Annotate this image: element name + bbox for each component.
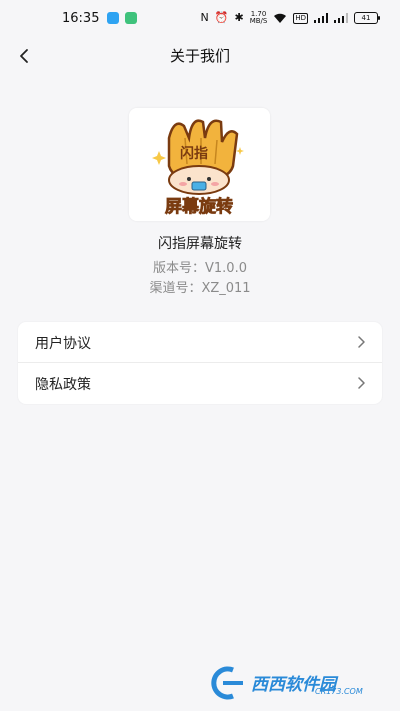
settings-menu: 用户协议 隐私政策 [18, 322, 382, 404]
menu-item-user-agreement[interactable]: 用户协议 [18, 322, 382, 362]
menu-item-label: 用户协议 [35, 336, 91, 352]
app-version: 版本号：V1.0.0 [153, 261, 247, 276]
signal-icon-1 [314, 13, 328, 23]
chevron-right-icon [358, 336, 365, 348]
status-bar: 16:35 Ν ⏰ ✱ 1.70 MB/S HD 41 [0, 0, 400, 38]
app-logo-image: 闪指 屏幕旋转 [129, 108, 270, 221]
app-logo: 闪指 屏幕旋转 [129, 108, 270, 221]
bluetooth-icon: ✱ [234, 11, 244, 24]
watermark-site: CR173.COM [315, 687, 363, 696]
message-icon [125, 12, 137, 24]
nfc-icon: Ν [200, 11, 209, 24]
menu-item-label: 隐私政策 [35, 377, 91, 393]
status-app-icons [107, 12, 137, 24]
qq-icon [107, 12, 119, 24]
logo-text-top: 闪指 [180, 145, 208, 162]
network-speed-unit: MB/S [249, 17, 268, 25]
page-title: 关于我们 [169, 47, 230, 65]
status-indicators: Ν ⏰ ✱ 1.70 MB/S HD 41 [200, 11, 380, 25]
app-name: 闪指屏幕旋转 [158, 236, 242, 252]
battery-indicator: 41 [354, 12, 380, 24]
logo-text-bottom: 屏幕旋转 [165, 196, 233, 217]
hd-badge: HD [293, 12, 308, 24]
chevron-right-icon [358, 377, 365, 389]
network-speed: 1.70 MB/S [250, 11, 268, 25]
header: 关于我们 [0, 38, 400, 74]
watermark-logo-icon [211, 666, 243, 700]
status-time: 16:35 [62, 11, 100, 26]
wifi-icon [274, 13, 287, 23]
watermark: 西西软件园 CR173.COM [203, 664, 381, 702]
menu-item-privacy-policy[interactable]: 隐私政策 [18, 363, 382, 403]
alarm-icon: ⏰ [214, 11, 229, 24]
signal-icon-2 [334, 13, 348, 23]
app-channel: 渠道号：XZ_011 [149, 281, 251, 296]
